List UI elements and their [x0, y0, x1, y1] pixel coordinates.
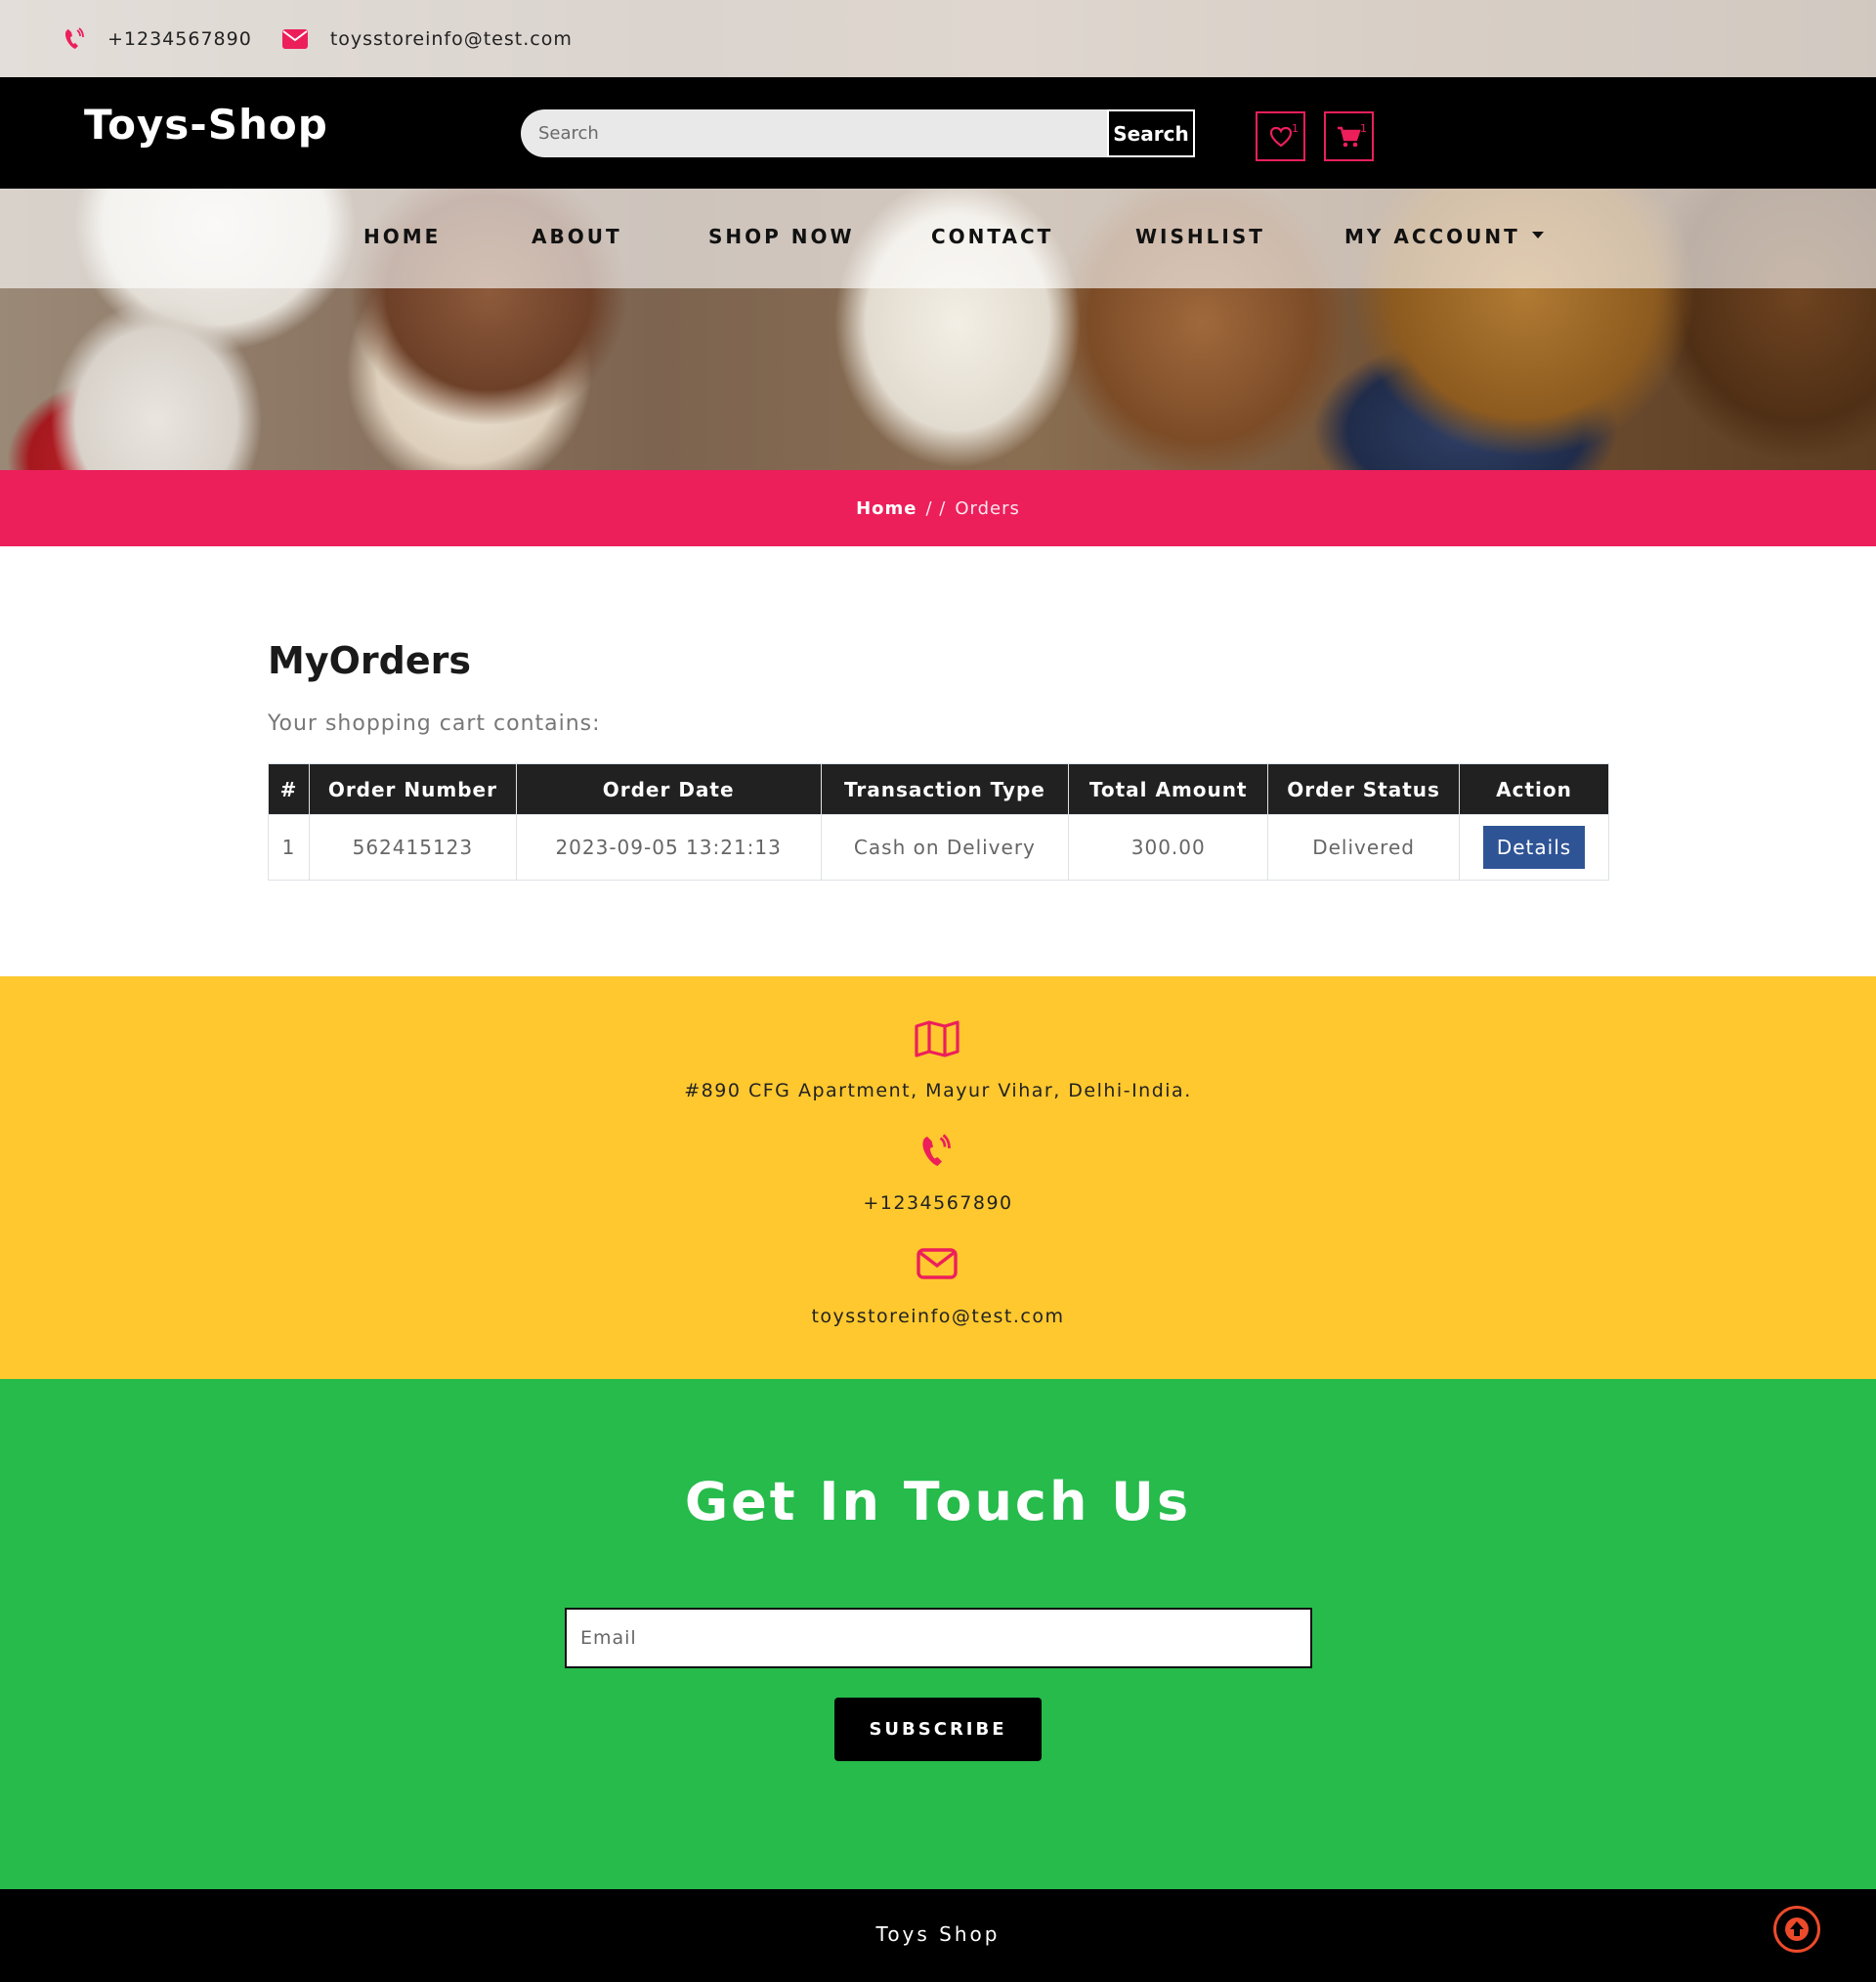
col-order-status: Order Status [1267, 763, 1461, 815]
topbar-email-text: toysstoreinfo@test.com [329, 27, 573, 50]
page-subtitle: Your shopping cart contains: [268, 711, 601, 736]
col-index: # [268, 763, 310, 815]
wishlist-count: 1 [1292, 122, 1299, 135]
topbar-phone-text: +1234567890 [107, 27, 252, 50]
row-total-amount: 300.00 [1068, 814, 1269, 881]
page-title: MyOrders [268, 639, 471, 682]
row-transaction-type: Cash on Delivery [820, 814, 1070, 881]
row-order-date: 2023-09-05 13:21:13 [515, 814, 822, 881]
row-index: 1 [268, 814, 310, 881]
row-status: Delivered [1267, 814, 1461, 881]
breadcrumb: Home / / Orders [0, 470, 1876, 546]
chevron-down-icon [1531, 232, 1544, 238]
nav-home[interactable]: HOME [363, 225, 441, 248]
col-transaction-type: Transaction Type [820, 763, 1070, 815]
envelope-icon [281, 28, 308, 49]
nav-wishlist[interactable]: WISHLIST [1135, 225, 1265, 248]
breadcrumb-home[interactable]: Home [856, 498, 917, 519]
main-nav: HOME ABOUT SHOP NOW CONTACT WISHLIST MY … [0, 189, 1876, 288]
row-action: Details [1459, 814, 1609, 881]
nav-contact[interactable]: CONTACT [931, 225, 1053, 248]
contact-email: toysstoreinfo@test.com [811, 1306, 1065, 1327]
contact-phone: +1234567890 [863, 1192, 1013, 1214]
nav-my-account-label: MY ACCOUNT [1344, 225, 1520, 248]
back-to-top-button[interactable] [1773, 1906, 1820, 1953]
breadcrumb-current: Orders [955, 497, 1020, 519]
subscribe-email-input[interactable] [565, 1608, 1312, 1668]
row-order-number: 562415123 [308, 814, 517, 881]
site-logo[interactable]: Toys-Shop [84, 101, 328, 149]
arrow-up-icon [1785, 1917, 1809, 1941]
col-total-amount: Total Amount [1068, 763, 1269, 815]
heart-icon [1269, 126, 1292, 147]
table-row: 1 562415123 2023-09-05 13:21:13 Cash on … [268, 814, 1609, 881]
site-header: Toys-Shop Search 1 1 [0, 77, 1876, 189]
site-footer: Toys Shop [0, 1889, 1876, 1982]
envelope-icon [917, 1248, 958, 1279]
topbar-phone: +1234567890 [63, 26, 252, 52]
cart-icon [1337, 126, 1361, 147]
orders-table: # Order Number Order Date Transaction Ty… [268, 763, 1609, 881]
col-action: Action [1459, 763, 1609, 815]
subscribe-section: Get In Touch Us SUBSCRIBE [0, 1379, 1876, 1889]
subscribe-button[interactable]: SUBSCRIBE [834, 1698, 1042, 1761]
footer-text: Toys Shop [875, 1922, 1001, 1946]
subscribe-title: Get In Touch Us [684, 1471, 1192, 1532]
contact-section: #890 CFG Apartment, Mayur Vihar, Delhi-I… [0, 976, 1876, 1379]
cart-button[interactable]: 1 [1324, 111, 1374, 161]
table-header-row: # Order Number Order Date Transaction Ty… [268, 763, 1609, 815]
col-order-date: Order Date [515, 763, 822, 815]
contact-address: #890 CFG Apartment, Mayur Vihar, Delhi-I… [684, 1080, 1192, 1101]
cart-count: 1 [1360, 122, 1367, 135]
wishlist-button[interactable]: 1 [1256, 111, 1305, 161]
search-input[interactable] [521, 109, 1107, 157]
top-contact-bar: +1234567890 toysstoreinfo@test.com [0, 0, 1876, 77]
nav-about[interactable]: ABOUT [532, 225, 622, 248]
topbar-email: toysstoreinfo@test.com [281, 28, 573, 50]
phone-icon [64, 26, 84, 49]
map-icon [915, 1020, 959, 1057]
details-button[interactable]: Details [1483, 826, 1585, 869]
phone-icon [922, 1134, 951, 1166]
search-button[interactable]: Search [1107, 109, 1195, 157]
col-order-number: Order Number [308, 763, 517, 815]
nav-my-account[interactable]: MY ACCOUNT [1344, 225, 1544, 248]
breadcrumb-separator: / / [925, 497, 947, 519]
nav-shop-now[interactable]: SHOP NOW [708, 225, 855, 248]
search-form: Search [521, 109, 1195, 157]
